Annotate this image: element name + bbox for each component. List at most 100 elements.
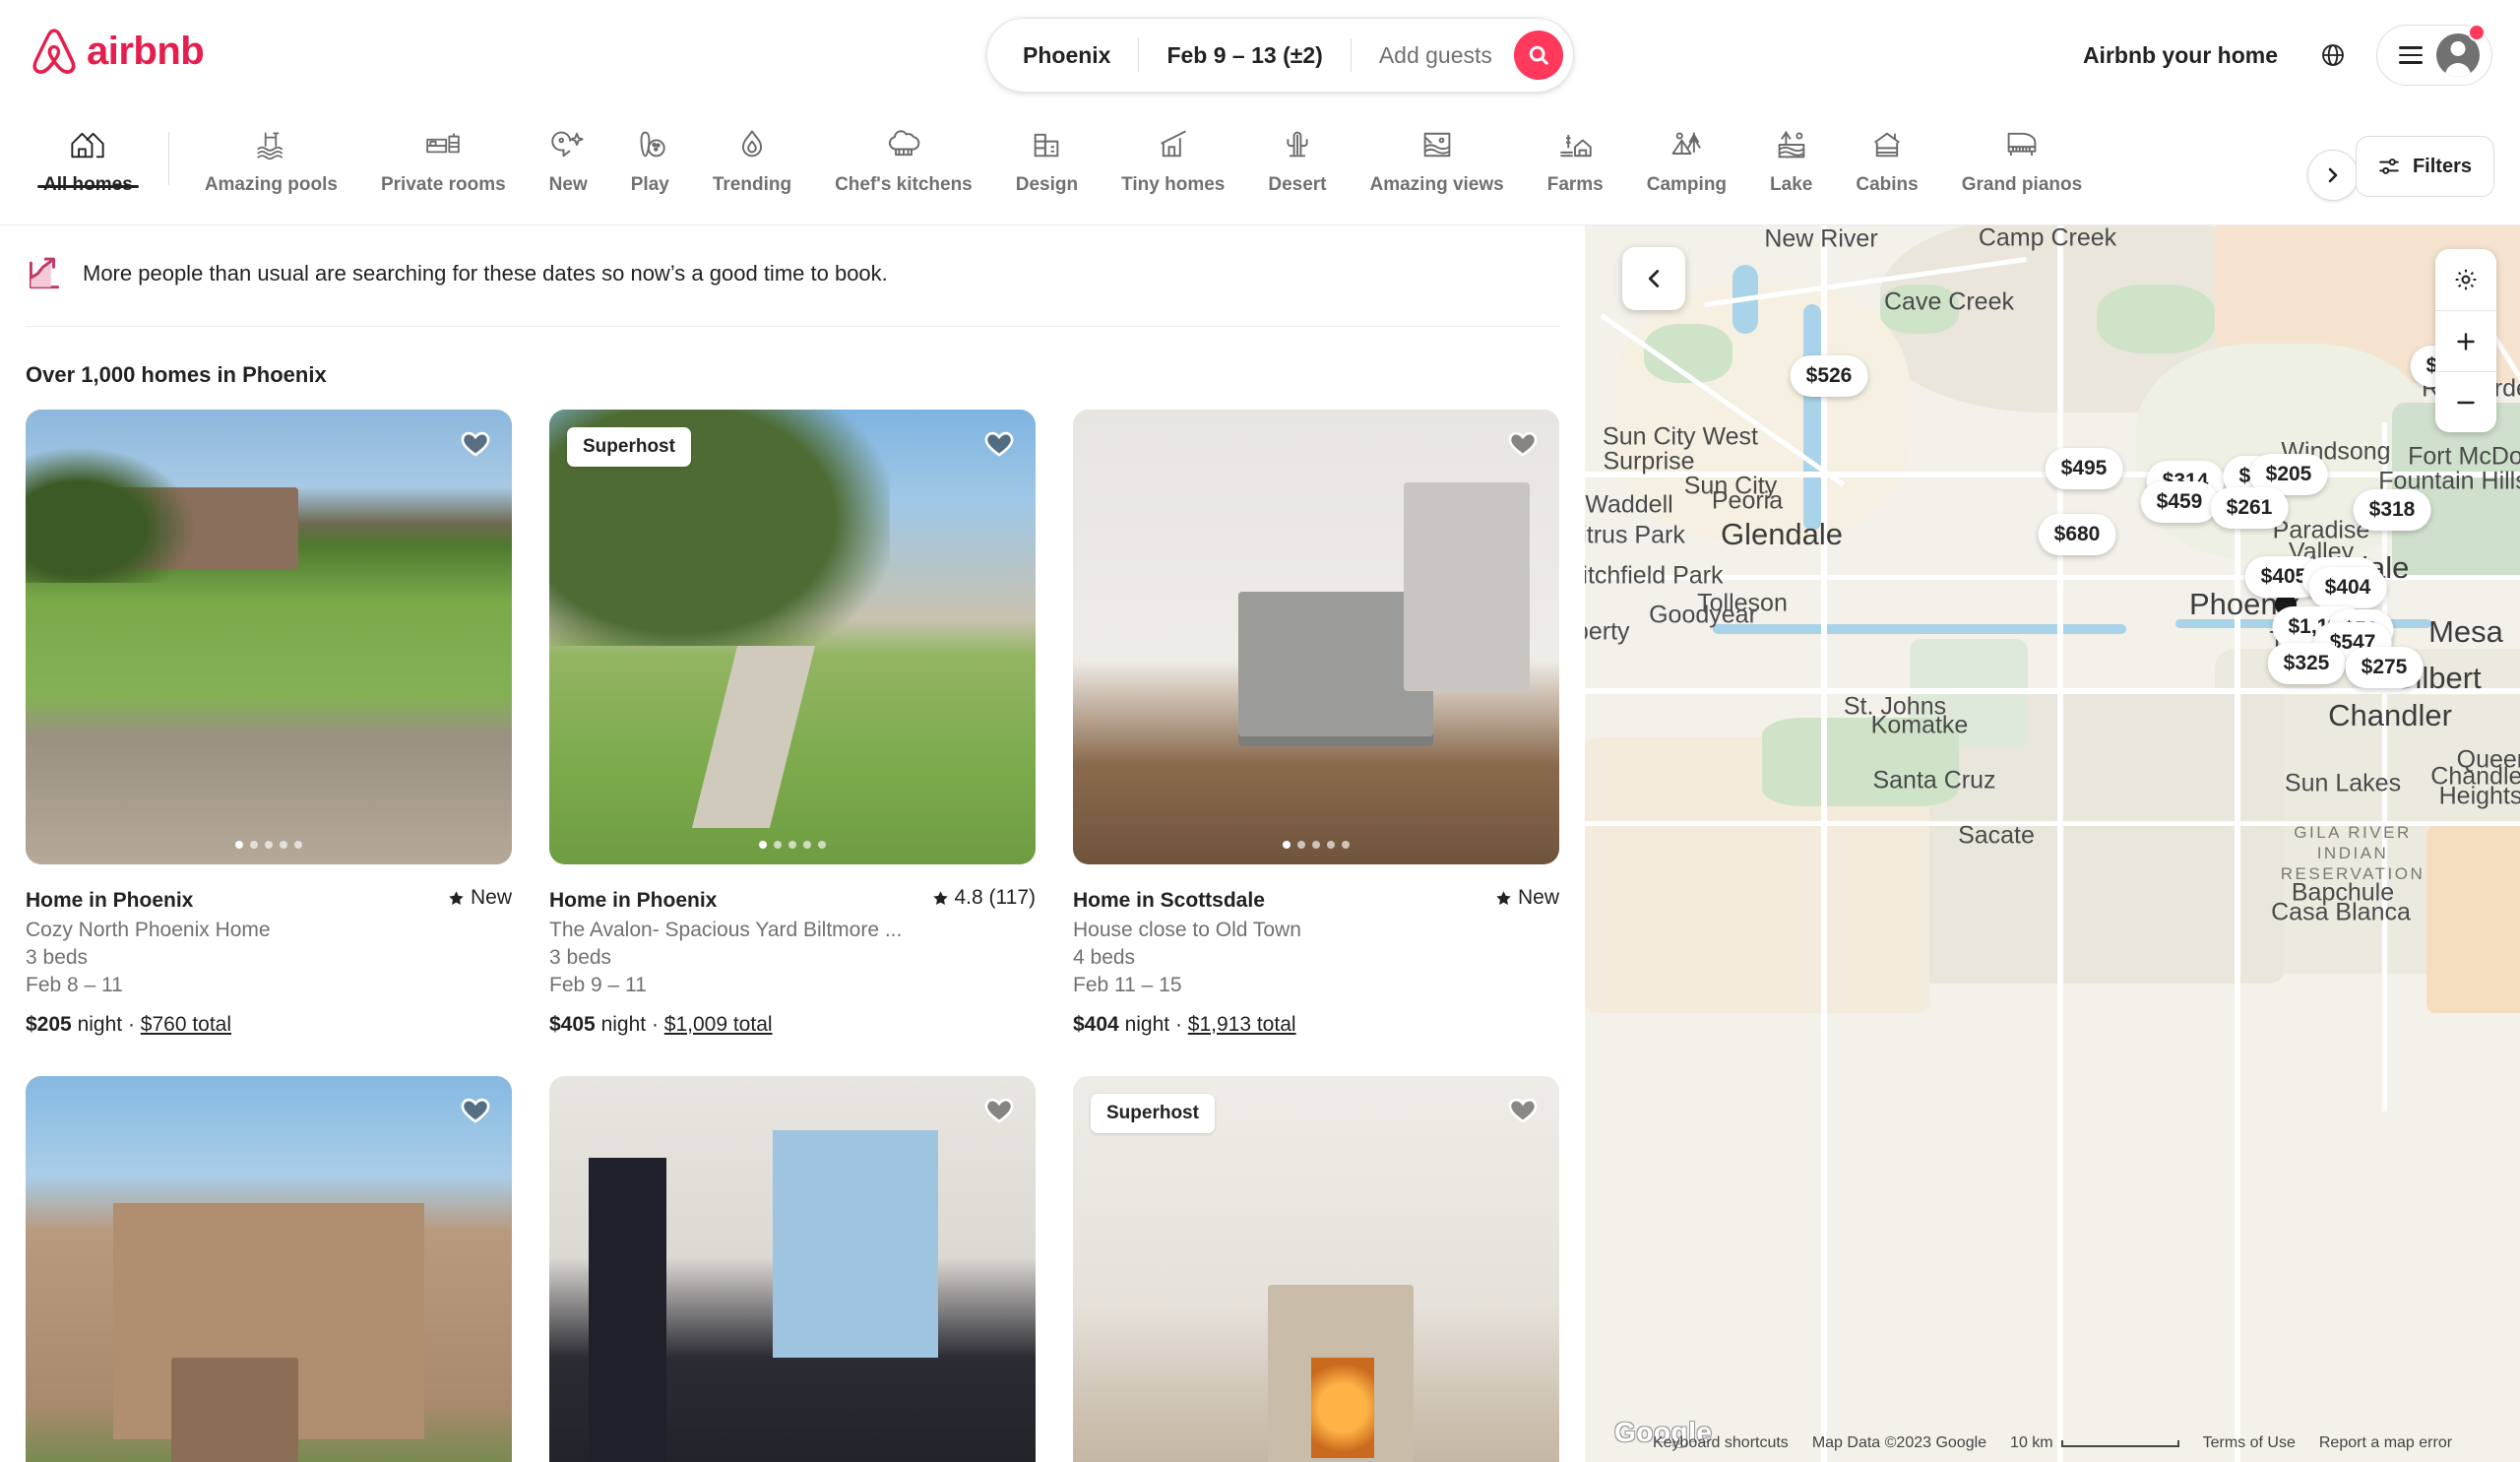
category-label: New xyxy=(548,174,588,195)
language-button[interactable] xyxy=(2305,28,2361,83)
map-collapse-button[interactable] xyxy=(1622,247,1685,310)
category-camping[interactable]: Camping xyxy=(1625,110,1748,196)
photo-dots[interactable] xyxy=(759,841,826,849)
listing-card[interactable]: Home in Phoenix New Cozy North Phoenix H… xyxy=(26,410,512,1037)
map-canvas[interactable]: New RiverCamp CreekCave CreekRio VerdeSu… xyxy=(1585,225,2520,1462)
map-attribution-footer: Keyboard shortcuts Map Data ©2023 Google… xyxy=(1585,1434,2520,1452)
map-price-pin[interactable]: $275 xyxy=(2345,647,2424,688)
category-label: Amazing pools xyxy=(204,174,338,195)
map-zoom-out-button[interactable] xyxy=(2435,371,2496,432)
map-price-pin[interactable]: $526 xyxy=(1790,355,1868,397)
listing-subtitle: The Avalon- Spacious Yard Biltmore ... xyxy=(549,918,903,941)
header-actions: Airbnb your home xyxy=(2065,24,2492,86)
map-price-pin[interactable]: $404 xyxy=(2308,567,2387,608)
category-play[interactable]: Play xyxy=(609,110,691,196)
map-settings-button[interactable] xyxy=(2435,249,2496,310)
heart-icon xyxy=(461,1098,490,1123)
map-price-pin[interactable]: $325 xyxy=(2267,643,2346,684)
listing-price-total[interactable]: $760 total xyxy=(141,1013,231,1036)
category-label: Desert xyxy=(1268,174,1327,195)
listing-card[interactable] xyxy=(26,1075,512,1462)
map-controls[interactable] xyxy=(2435,249,2496,432)
superhost-badge: Superhost xyxy=(1091,1093,1215,1133)
map-scale-label: 10 km xyxy=(2010,1434,2053,1451)
category-all-homes[interactable]: All homes xyxy=(22,110,155,196)
category-private-rooms[interactable]: Private rooms xyxy=(359,110,528,196)
airbnb-your-home-link[interactable]: Airbnb your home xyxy=(2065,29,2296,83)
search-submit-button[interactable] xyxy=(1513,31,1563,80)
house-stack-icon xyxy=(69,124,106,165)
cabin-icon xyxy=(1870,124,1904,165)
listing-photo[interactable] xyxy=(26,1075,512,1462)
photo-dots[interactable] xyxy=(1283,841,1350,849)
category-tiny-homes[interactable]: Tiny homes xyxy=(1100,110,1246,196)
category-desert[interactable]: Desert xyxy=(1246,110,1348,196)
terms-of-use-link[interactable]: Terms of Use xyxy=(2203,1434,2296,1452)
site-header: airbnb Phoenix Feb 9 – 13 (±2) Add guest… xyxy=(0,0,2520,110)
map-place-label: Sun Lakes xyxy=(2284,769,2402,797)
category-amazing-views[interactable]: Amazing views xyxy=(1349,110,1526,196)
listing-card[interactable]: Superhost xyxy=(1073,1075,1559,1462)
bed-nightstand-icon xyxy=(424,124,462,165)
map-price-pin[interactable]: $261 xyxy=(2210,487,2289,529)
favorite-button[interactable] xyxy=(1506,1094,1540,1130)
category-design[interactable]: Design xyxy=(994,110,1100,196)
category-label: Grand pianos xyxy=(1961,174,2083,195)
trending-up-chart-icon xyxy=(29,257,60,289)
search-guests[interactable]: Add guests xyxy=(1352,19,1514,92)
favorite-button[interactable] xyxy=(459,1094,492,1130)
map-place-label: Mesa xyxy=(2428,614,2503,649)
category-lake[interactable]: Lake xyxy=(1748,110,1834,196)
listing-price-total[interactable]: $1,913 total xyxy=(1188,1013,1296,1036)
listing-beds: 3 beds xyxy=(26,945,89,969)
listing-photo[interactable] xyxy=(549,1075,1036,1462)
filters-button[interactable]: Filters xyxy=(2355,136,2494,197)
listing-photo-image xyxy=(26,1075,512,1462)
listing-photo[interactable]: Superhost xyxy=(549,410,1036,864)
category-chefs-kitchens[interactable]: Chef's kitchens xyxy=(813,110,994,196)
category-cabins[interactable]: Cabins xyxy=(1834,110,1939,196)
category-farms[interactable]: Farms xyxy=(1526,110,1625,196)
category-grand-pianos[interactable]: Grand pianos xyxy=(1940,110,2104,196)
report-map-error-link[interactable]: Report a map error xyxy=(2319,1434,2452,1452)
category-amazing-pools[interactable]: Amazing pools xyxy=(183,110,359,196)
listing-card[interactable]: Superhost Home in Phoenix 4.8 (117) The … xyxy=(549,410,1036,1037)
keyboard-shortcuts-link[interactable]: Keyboard shortcuts xyxy=(1653,1434,1789,1452)
map-price-pin[interactable]: $318 xyxy=(2353,489,2431,531)
search-dates[interactable]: Feb 9 – 13 (±2) xyxy=(1139,19,1350,92)
search-location[interactable]: Phoenix xyxy=(987,19,1138,92)
listing-header: Home in Phoenix 4.8 (117) xyxy=(549,886,1036,913)
favorite-button[interactable] xyxy=(982,427,1016,464)
listing-price-total[interactable]: $1,009 total xyxy=(664,1013,773,1036)
listing-card[interactable] xyxy=(549,1075,1036,1462)
listing-photo[interactable]: Superhost xyxy=(1073,1075,1559,1462)
category-trending[interactable]: Trending xyxy=(691,110,813,196)
favorite-button[interactable] xyxy=(1506,427,1540,464)
map-price-pin[interactable]: $680 xyxy=(2038,514,2116,555)
category-divider xyxy=(167,132,169,185)
listing-photo[interactable] xyxy=(26,410,512,864)
favorite-button[interactable] xyxy=(459,427,492,464)
demand-notice: More people than usual are searching for… xyxy=(26,225,1559,327)
photo-dots[interactable] xyxy=(235,841,302,849)
map-pane[interactable]: New RiverCamp CreekCave CreekRio VerdeSu… xyxy=(1585,225,2520,1462)
category-new[interactable]: New xyxy=(528,110,609,196)
category-bar[interactable]: All homes Amazing pools Private rooms Ne… xyxy=(0,110,2520,225)
superhost-badge: Superhost xyxy=(567,427,691,467)
search-bar[interactable]: Phoenix Feb 9 – 13 (±2) Add guests xyxy=(986,18,1574,93)
airbnb-logo[interactable]: airbnb xyxy=(30,26,205,77)
profile-menu-button[interactable] xyxy=(2376,24,2492,86)
map-terrain xyxy=(2097,285,2215,353)
listing-photo[interactable] xyxy=(1073,410,1559,864)
star-icon xyxy=(1496,890,1511,905)
demand-notice-text: More people than usual are searching for… xyxy=(83,261,888,286)
category-scroll-next-button[interactable] xyxy=(2307,150,2359,201)
map-price-pin[interactable]: $459 xyxy=(2140,481,2219,523)
map-place-label: Surprise xyxy=(1603,447,1695,476)
favorite-button[interactable] xyxy=(982,1094,1016,1130)
map-zoom-in-button[interactable] xyxy=(2435,310,2496,371)
listing-card[interactable]: Home in Scottsdale New House close to Ol… xyxy=(1073,410,1559,1037)
airbnb-search-page: airbnb Phoenix Feb 9 – 13 (±2) Add guest… xyxy=(0,0,2520,1462)
chevron-right-icon xyxy=(2328,167,2338,183)
map-price-pin[interactable]: $495 xyxy=(2045,448,2123,489)
